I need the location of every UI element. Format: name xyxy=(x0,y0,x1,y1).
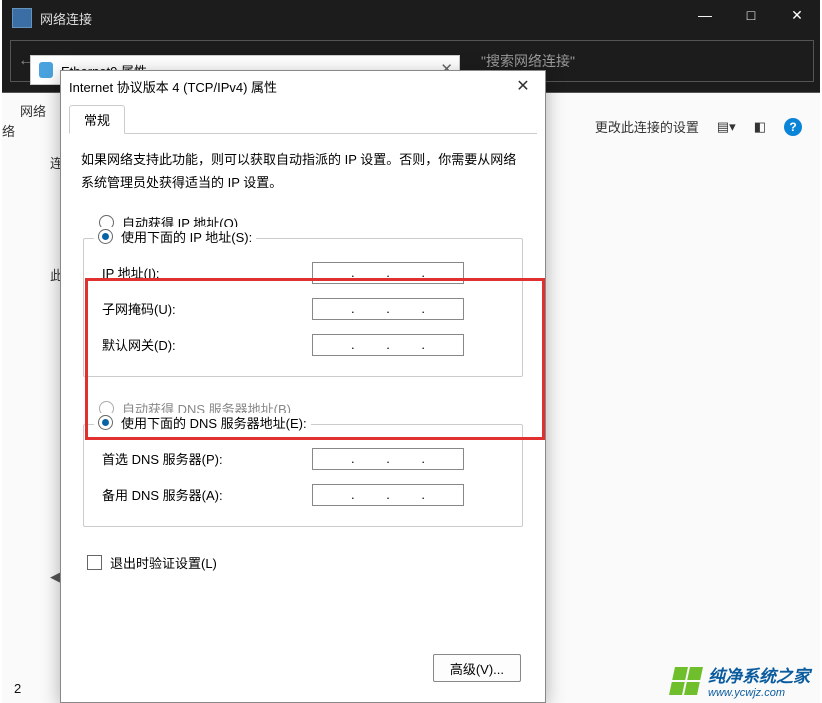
row-preferred-dns: 首选 DNS 服务器(P): . . . xyxy=(102,448,522,470)
watermark-line1: 纯净系统之家 xyxy=(708,662,810,687)
ethernet-adapter-icon xyxy=(39,62,53,78)
change-connection-settings-link[interactable]: 更改此连接的设置 xyxy=(595,117,699,136)
input-preferred-dns[interactable]: . . . xyxy=(312,448,464,470)
minimize-button[interactable]: — xyxy=(682,0,728,30)
dialog-close-button[interactable]: ✕ xyxy=(507,75,539,97)
input-subnet-mask[interactable]: . . . xyxy=(312,298,464,320)
bg-bottom-count: 2 xyxy=(14,681,21,696)
label-subnet-mask: 子网掩码(U): xyxy=(102,299,312,318)
background-system-buttons: — □ ✕ xyxy=(682,0,820,30)
background-title: 网络连接 xyxy=(40,9,92,28)
ipv4-properties-dialog: Internet 协议版本 4 (TCP/IPv4) 属性 ✕ 常规 如果网络支… xyxy=(60,70,546,703)
network-window-icon xyxy=(12,8,32,28)
radio-use-dns-label: 使用下面的 DNS 服务器地址(E): xyxy=(121,413,307,432)
maximize-button[interactable]: □ xyxy=(728,0,774,30)
dialog-title-text: Internet 协议版本 4 (TCP/IPv4) 属性 xyxy=(69,77,277,96)
tab-general[interactable]: 常规 xyxy=(69,105,125,134)
input-ip-address[interactable]: . . . xyxy=(312,262,464,284)
group-use-ip: 使用下面的 IP 地址(S): IP 地址(I): . . . 子网掩码(U):… xyxy=(83,238,523,377)
radio-use-ip-row[interactable]: 使用下面的 IP 地址(S): xyxy=(94,227,256,246)
radio-use-ip-label: 使用下面的 IP 地址(S): xyxy=(121,227,252,246)
bg-right-actions: 更改此连接的设置 ▤▾ ◧ ? xyxy=(595,117,802,136)
bg-sidebar-arrow-icon: ◀ xyxy=(50,569,60,585)
label-validate-on-exit: 退出时验证设置(L) xyxy=(110,553,217,572)
row-ip-address: IP 地址(I): . . . xyxy=(102,262,522,284)
label-alternate-dns: 备用 DNS 服务器(A): xyxy=(102,485,312,504)
intro-text: 如果网络支持此功能，则可以获取自动指派的 IP 设置。否则，你需要从网络系统管理… xyxy=(81,148,525,195)
preview-pane-icon[interactable]: ◧ xyxy=(754,119,766,135)
bg-breadcrumb-edge: 络 xyxy=(2,121,15,140)
label-preferred-dns: 首选 DNS 服务器(P): xyxy=(102,449,312,468)
group-use-dns: 使用下面的 DNS 服务器地址(E): 首选 DNS 服务器(P): . . .… xyxy=(83,424,523,527)
watermark: 纯净系统之家 www.ycwjz.com xyxy=(672,662,810,699)
dialog-titlebar: Internet 协议版本 4 (TCP/IPv4) 属性 xyxy=(61,71,545,101)
row-alternate-dns: 备用 DNS 服务器(A): . . . xyxy=(102,484,522,506)
dialog-body: 如果网络支持此功能，则可以获取自动指派的 IP 设置。否则，你需要从网络系统管理… xyxy=(61,134,545,582)
row-validate-on-exit[interactable]: 退出时验证设置(L) xyxy=(87,553,525,572)
watermark-line2: www.ycwjz.com xyxy=(708,687,810,699)
radio-use-dns-row[interactable]: 使用下面的 DNS 服务器地址(E): xyxy=(94,413,311,432)
bg-breadcrumb-1: 网络 xyxy=(20,101,46,120)
advanced-button[interactable]: 高级(V)... xyxy=(433,654,521,682)
radio-use-ip[interactable] xyxy=(98,229,113,244)
row-default-gateway: 默认网关(D): . . . xyxy=(102,334,522,356)
input-alternate-dns[interactable]: . . . xyxy=(312,484,464,506)
label-ip-address: IP 地址(I): xyxy=(102,263,312,282)
watermark-logo-icon xyxy=(669,667,703,695)
dialog-tabs: 常规 xyxy=(69,105,537,134)
watermark-text: 纯净系统之家 www.ycwjz.com xyxy=(708,662,810,699)
close-button[interactable]: ✕ xyxy=(774,0,820,30)
checkbox-validate-on-exit[interactable] xyxy=(87,555,102,570)
input-default-gateway[interactable]: . . . xyxy=(312,334,464,356)
help-icon[interactable]: ? xyxy=(784,118,802,136)
view-mode-icon[interactable]: ▤▾ xyxy=(717,119,736,135)
radio-use-dns[interactable] xyxy=(98,415,113,430)
row-subnet-mask: 子网掩码(U): . . . xyxy=(102,298,522,320)
label-default-gateway: 默认网关(D): xyxy=(102,335,312,354)
